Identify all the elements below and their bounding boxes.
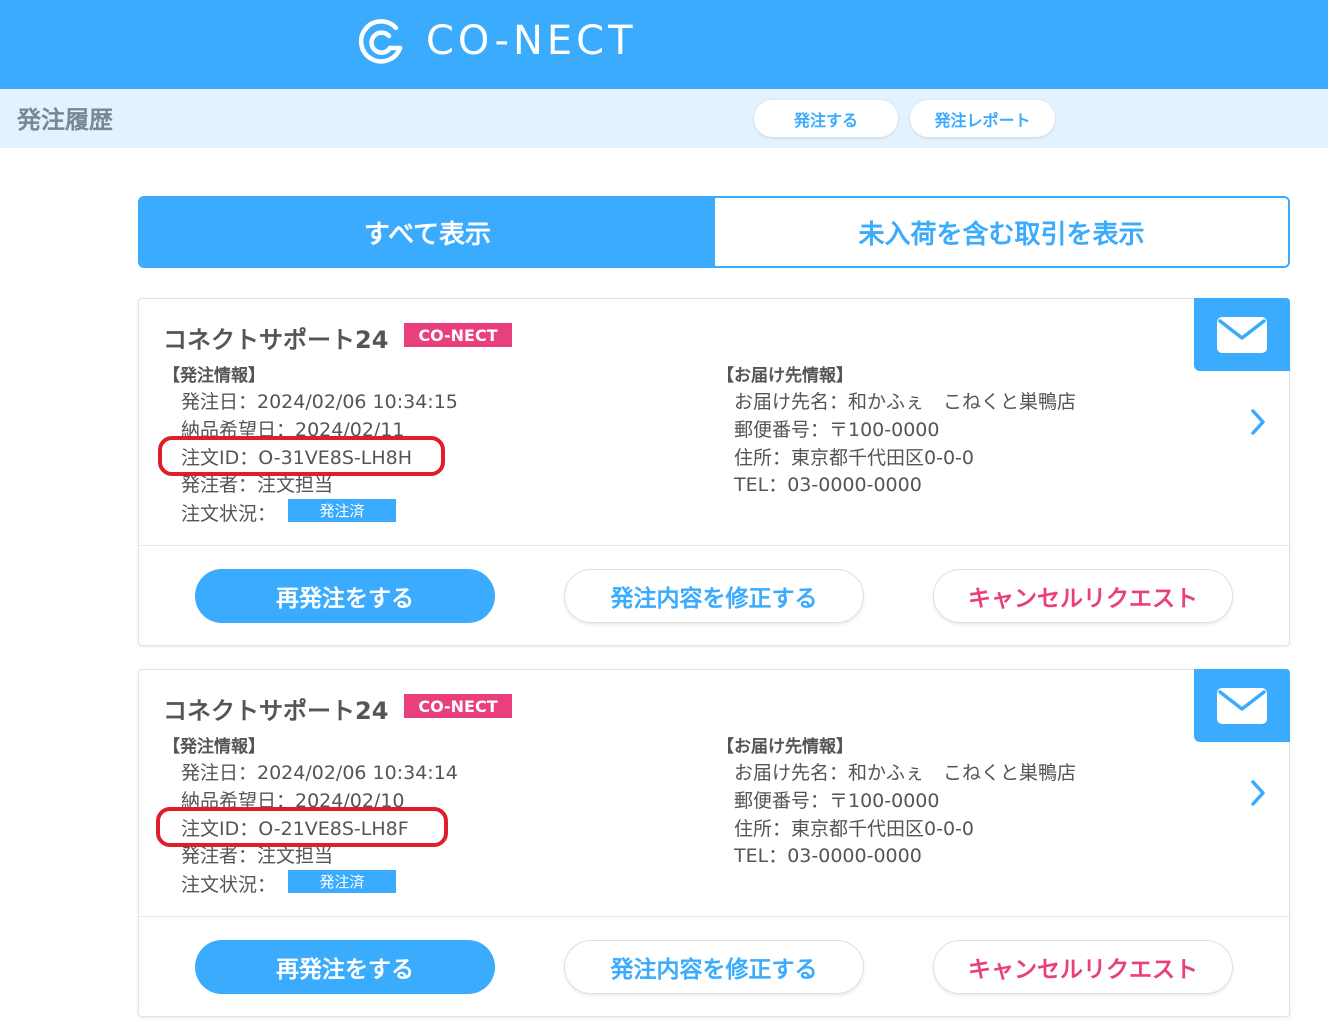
- order-report-button[interactable]: 発注レポート: [910, 100, 1055, 137]
- phone: TEL：03-0000-0000: [734, 845, 922, 867]
- order-date: 発注日：2024/02/06 10:34:15: [181, 391, 458, 413]
- conect-logo-icon: [358, 19, 403, 64]
- phone: TEL：03-0000-0000: [734, 474, 922, 496]
- status-badge: 発注済: [288, 870, 396, 893]
- tab-show-all[interactable]: すべて表示: [140, 198, 715, 266]
- cancel-request-button[interactable]: キャンセルリクエスト: [933, 569, 1233, 623]
- chevron-right-icon[interactable]: [1247, 778, 1269, 808]
- chevron-right-icon[interactable]: [1247, 407, 1269, 437]
- cancel-request-button[interactable]: キャンセルリクエスト: [933, 940, 1233, 994]
- ship-to-name: お届け先名：和かふぇ こねくと巣鴨店: [734, 762, 1077, 784]
- brand-logo[interactable]: CO-NECT: [356, 16, 637, 66]
- order-status-label: 注文状況：: [181, 874, 277, 896]
- order-info-heading: 【発注情報】: [163, 366, 265, 386]
- status-badge: 発注済: [288, 499, 396, 522]
- order-status-label: 注文状況：: [181, 503, 277, 525]
- message-button[interactable]: [1194, 669, 1290, 742]
- brand-name: CO-NECT: [426, 18, 637, 64]
- shipping-info-heading: 【お届け先情報】: [717, 366, 853, 386]
- order-info-heading: 【発注情報】: [163, 737, 265, 757]
- new-order-button[interactable]: 発注する: [754, 100, 898, 137]
- edit-order-button[interactable]: 発注内容を修正する: [564, 940, 864, 994]
- filter-tabs: すべて表示 未入荷を含む取引を表示: [138, 196, 1290, 268]
- shop-name: コネクトサポート24: [163, 326, 389, 354]
- order-date: 発注日：2024/02/06 10:34:14: [181, 762, 458, 784]
- page-title: 発注履歴: [17, 106, 113, 134]
- card-divider: [139, 545, 1289, 546]
- message-button[interactable]: [1194, 298, 1290, 371]
- order-id-highlight: [156, 807, 448, 847]
- edit-order-button[interactable]: 発注内容を修正する: [564, 569, 864, 623]
- card-divider: [139, 916, 1289, 917]
- mail-icon: [1217, 687, 1267, 724]
- brand-badge: CO-NECT: [404, 694, 512, 718]
- order-id-highlight: [158, 436, 445, 476]
- brand-badge: CO-NECT: [404, 323, 512, 347]
- address: 住所：東京都千代田区0-0-0: [734, 447, 974, 469]
- address: 住所：東京都千代田区0-0-0: [734, 818, 974, 840]
- tab-show-pending[interactable]: 未入荷を含む取引を表示: [715, 198, 1288, 266]
- shipping-info-heading: 【お届け先情報】: [717, 737, 853, 757]
- postal-code: 郵便番号：〒100-0000: [734, 790, 940, 812]
- reorder-button[interactable]: 再発注をする: [195, 569, 495, 623]
- shop-name: コネクトサポート24: [163, 697, 389, 725]
- mail-icon: [1217, 316, 1267, 353]
- postal-code: 郵便番号：〒100-0000: [734, 419, 940, 441]
- ship-to-name: お届け先名：和かふぇ こねくと巣鴨店: [734, 391, 1077, 413]
- reorder-button[interactable]: 再発注をする: [195, 940, 495, 994]
- sub-header: [0, 89, 1328, 148]
- top-header: CO-NECT: [0, 0, 1328, 89]
